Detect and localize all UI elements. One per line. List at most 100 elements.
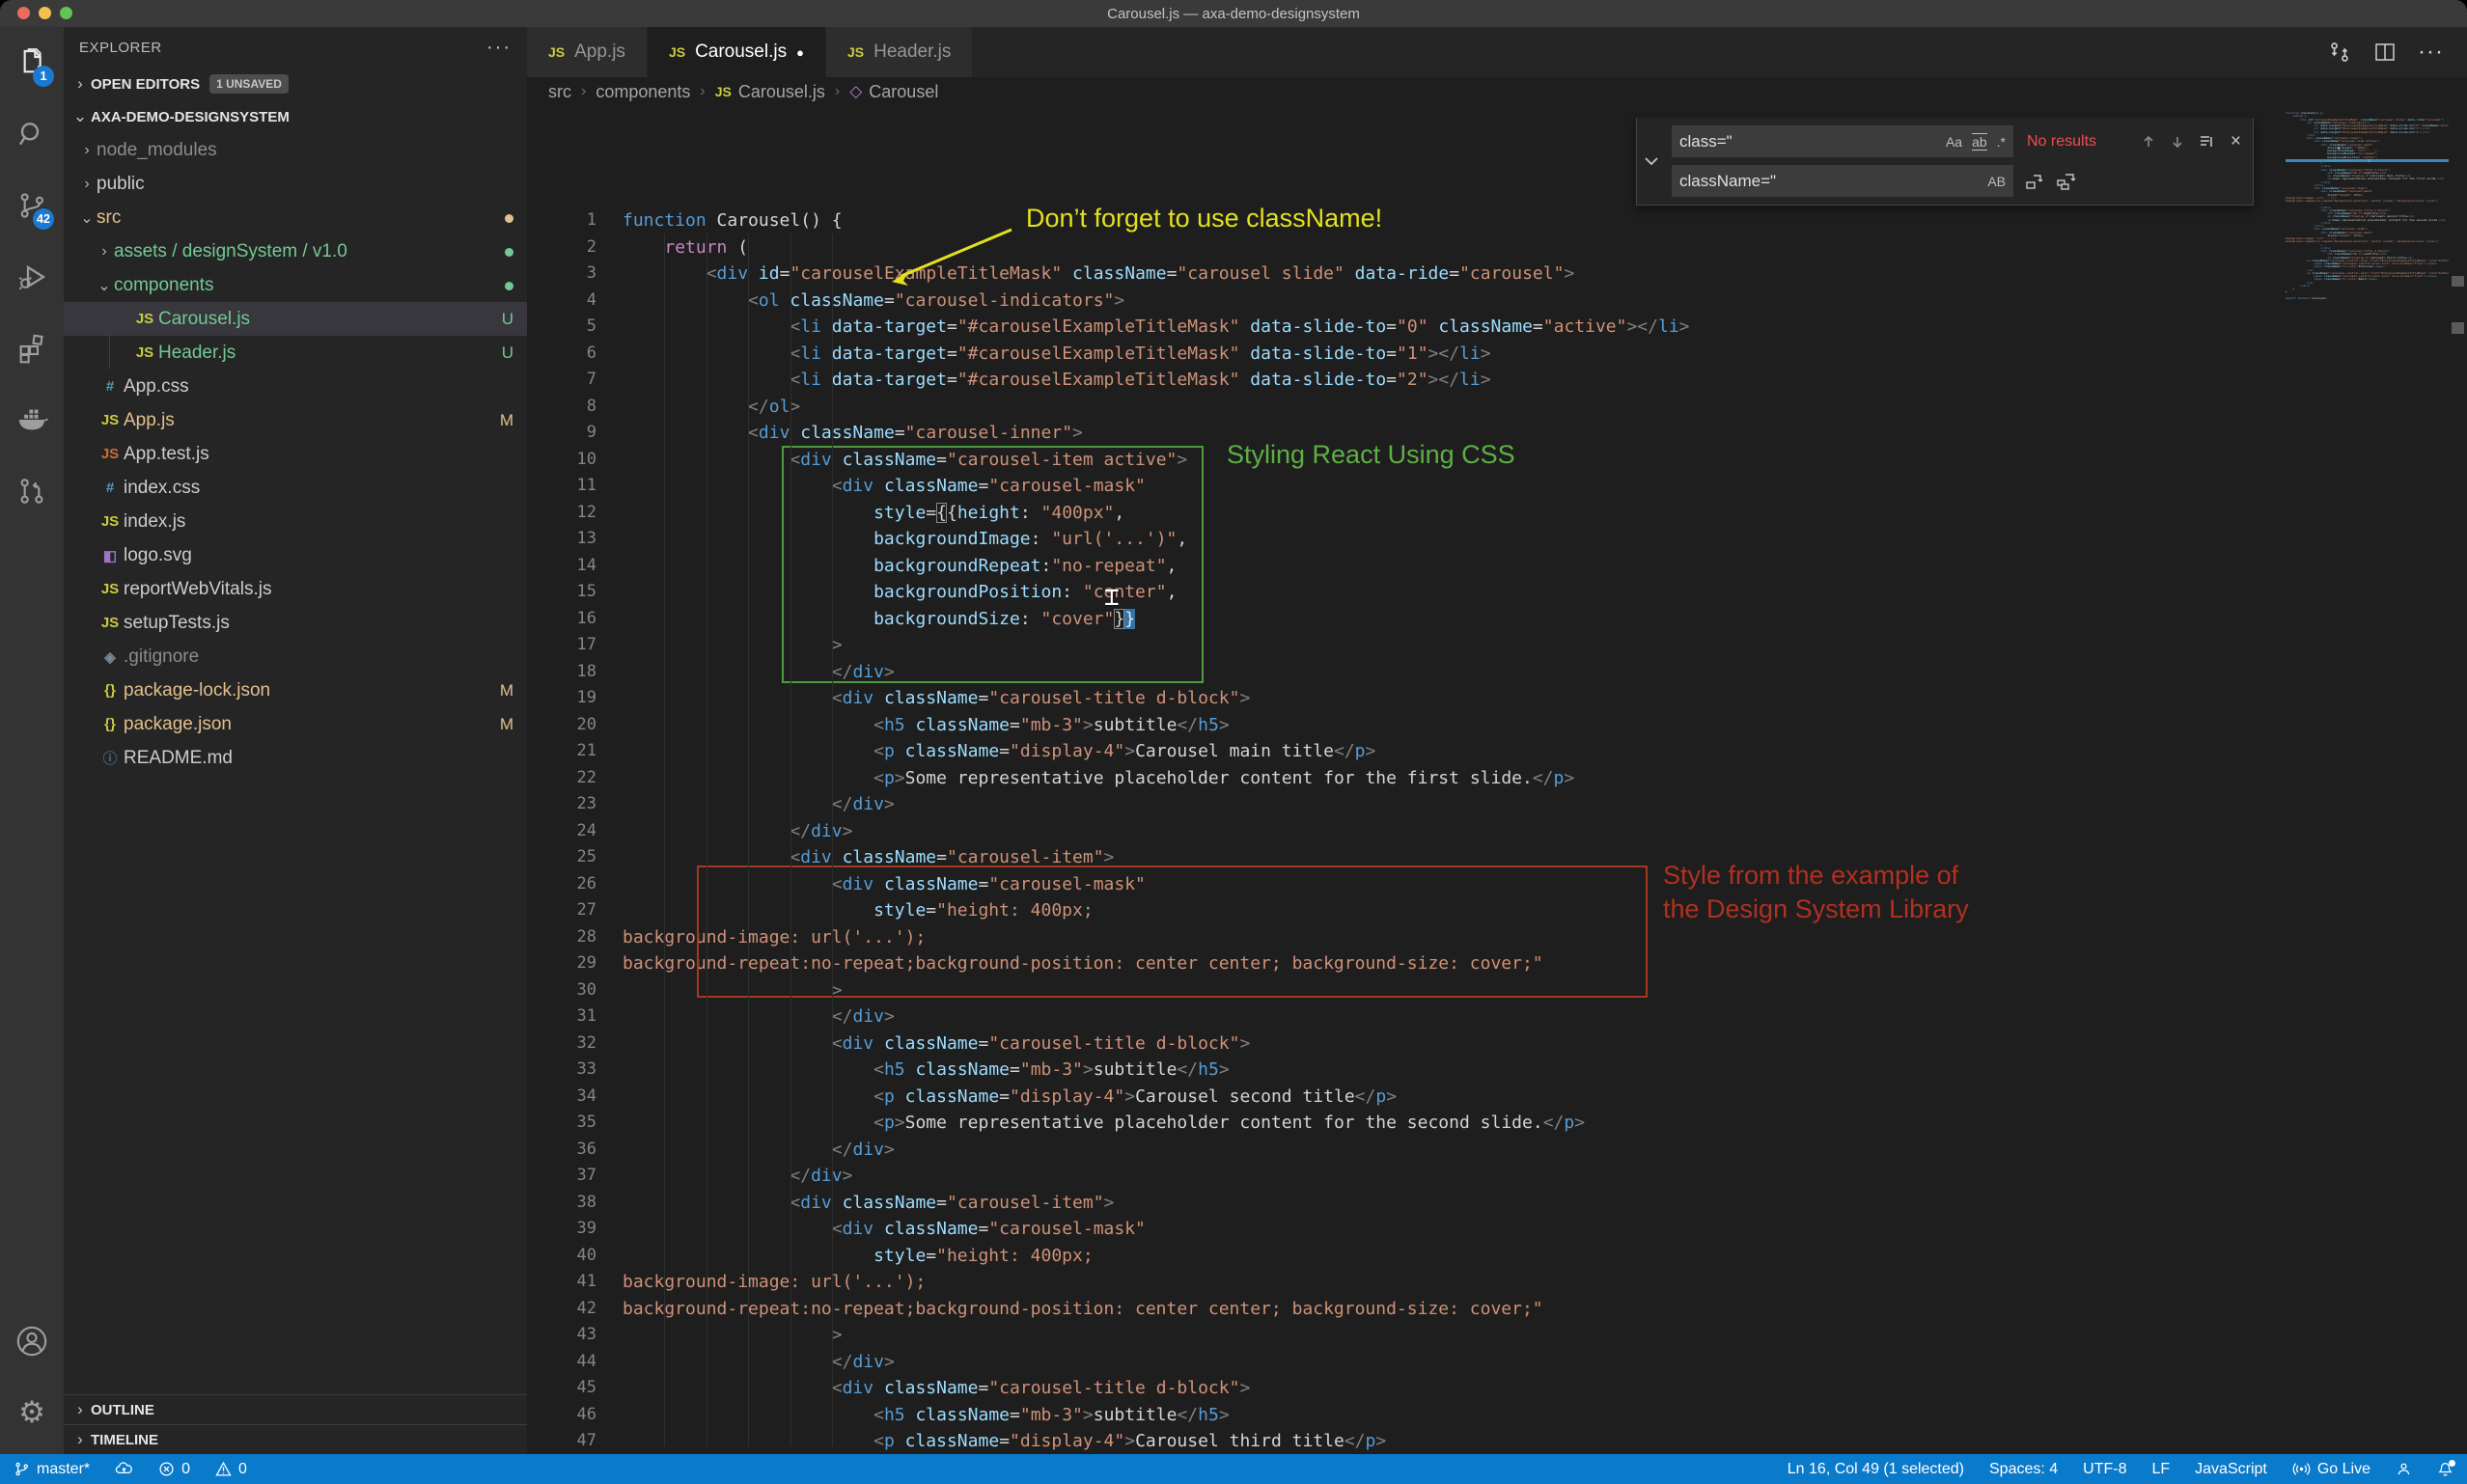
- statusbar-lf[interactable]: LF: [2151, 1461, 2170, 1478]
- find-input[interactable]: [1672, 132, 1946, 151]
- replace-input[interactable]: [1672, 172, 1987, 191]
- tree-item-app-js[interactable]: JSApp.jsM: [64, 403, 527, 437]
- replace-toggle-chevron-icon[interactable]: [1637, 118, 1666, 205]
- tree-item-package-lock-json[interactable]: {}package-lock.jsonM: [64, 673, 527, 707]
- close-window-button[interactable]: [17, 7, 30, 19]
- minimize-window-button[interactable]: [39, 7, 51, 19]
- activity-search-icon[interactable]: [0, 98, 64, 170]
- tree-item-setuptests-js[interactable]: JSsetupTests.js: [64, 606, 527, 640]
- tree-item-app-test-js[interactable]: JSApp.test.js: [64, 437, 527, 471]
- statusbar-broadcast[interactable]: Go Live: [2292, 1461, 2370, 1478]
- tree-item-index-js[interactable]: JSindex.js: [64, 505, 527, 538]
- file-name-label: App.css: [124, 376, 189, 398]
- statusbar-warning[interactable]: 0: [215, 1461, 247, 1478]
- activity-docker-icon[interactable]: [0, 384, 64, 455]
- code-line: 23 </div>: [527, 791, 2467, 818]
- tree-item-reportwebvitals-js[interactable]: JSreportWebVitals.js: [64, 572, 527, 606]
- activity-pull-request-icon[interactable]: [0, 455, 64, 527]
- statusbar-sync[interactable]: [115, 1461, 133, 1477]
- next-match-icon[interactable]: [2171, 135, 2184, 149]
- tree-item--gitignore[interactable]: ◈.gitignore: [64, 640, 527, 673]
- sidebar-panel-timeline[interactable]: ›TIMELINE: [64, 1424, 527, 1454]
- traffic-lights[interactable]: [17, 7, 72, 19]
- activity-settings-icon[interactable]: ⚙: [0, 1377, 64, 1448]
- statusbar-branch[interactable]: master*: [14, 1461, 90, 1478]
- breadcrumb-item-components[interactable]: components: [596, 82, 690, 102]
- code-line: 35 <p>Some representative placeholder co…: [527, 1110, 2467, 1137]
- tree-item-index-css[interactable]: #index.css: [64, 471, 527, 505]
- code-text: <h5 className="mb-3">subtitle</h5>: [623, 1402, 1230, 1429]
- line-number: 18: [527, 659, 596, 686]
- editor-scrollbar[interactable]: [2449, 106, 2467, 1454]
- js-file-icon: JS: [847, 44, 864, 60]
- statusbar-spaces-[interactable]: Spaces: 4: [1989, 1461, 2058, 1478]
- statusbar-utf-8[interactable]: UTF-8: [2083, 1461, 2126, 1478]
- find-in-selection-icon[interactable]: [2200, 135, 2215, 149]
- close-icon[interactable]: ×: [2231, 131, 2241, 152]
- activity-source-control-icon[interactable]: 42: [0, 170, 64, 241]
- sidebar-more-icon[interactable]: ···: [486, 37, 512, 59]
- tree-item-components[interactable]: ⌄components: [64, 268, 527, 302]
- tree-item-header-js[interactable]: JSHeader.jsU: [64, 336, 527, 370]
- tree-item-src[interactable]: ⌄src: [64, 201, 527, 234]
- statusbar-ln[interactable]: Ln 16, Col 49 (1 selected): [1788, 1461, 1964, 1478]
- code-line: 37 </div>: [527, 1163, 2467, 1190]
- tree-item-logo-svg[interactable]: ◧logo.svg: [64, 538, 527, 572]
- code-text: <p className="display-4">Carousel third …: [623, 1428, 1386, 1454]
- open-changes-icon[interactable]: [2327, 40, 2352, 65]
- line-number: 47: [527, 1428, 596, 1454]
- tree-item-assets-designsystem-v1-0[interactable]: ›assets / designSystem / v1.0: [64, 234, 527, 268]
- previous-match-icon[interactable]: [2142, 135, 2155, 149]
- tree-item-package-json[interactable]: {}package.jsonM: [64, 707, 527, 741]
- tree-item-carousel-js[interactable]: JSCarousel.jsU: [64, 302, 527, 336]
- activity-extensions-icon[interactable]: [0, 313, 64, 384]
- open-editors-section[interactable]: › OPEN EDITORS 1 UNSAVED: [64, 68, 527, 100]
- split-editor-icon[interactable]: [2373, 41, 2397, 64]
- activity-run-debug-icon[interactable]: [0, 241, 64, 313]
- activity-explorer-icon[interactable]: 1: [0, 27, 64, 98]
- line-number: 21: [527, 738, 596, 765]
- bell-icon: [2437, 1461, 2453, 1478]
- breadcrumb-label: Carousel: [869, 82, 938, 102]
- explorer-sidebar: EXPLORER ··· › OPEN EDITORS 1 UNSAVED ⌄ …: [64, 27, 527, 1454]
- line-number: 12: [527, 500, 596, 527]
- tab-app-js[interactable]: JSApp.js: [527, 27, 648, 77]
- code-editor[interactable]: 1function Carousel() {2 return (3 <div i…: [527, 106, 2467, 1454]
- statusbar-javascript[interactable]: JavaScript: [2195, 1461, 2267, 1478]
- replace-all-icon[interactable]: [2056, 173, 2077, 190]
- breadcrumb-item-src[interactable]: src: [548, 82, 571, 102]
- tree-item-public[interactable]: ›public: [64, 167, 527, 201]
- activity-account-icon[interactable]: [0, 1305, 64, 1377]
- breadcrumb[interactable]: src›components›JSCarousel.js›◇Carousel: [527, 77, 2467, 106]
- code-line: 36 </div>: [527, 1137, 2467, 1164]
- preserve-case-icon[interactable]: AB: [1987, 174, 2006, 189]
- code-text: background-image: url('...');: [623, 1269, 926, 1296]
- tree-item-readme-md[interactable]: ⓘREADME.md: [64, 741, 527, 775]
- activity-bar: 1 42 ⚙: [0, 27, 64, 1454]
- statusbar-person[interactable]: [2396, 1461, 2412, 1477]
- line-number: 14: [527, 553, 596, 580]
- line-number: 36: [527, 1137, 596, 1164]
- modified-dot-icon[interactable]: ●: [796, 45, 804, 60]
- whole-word-icon[interactable]: ab: [1972, 133, 1987, 151]
- statusbar-label: LF: [2151, 1461, 2170, 1478]
- tree-item-app-css[interactable]: #App.css: [64, 370, 527, 403]
- project-section[interactable]: ⌄ AXA-DEMO-DESIGNSYSTEM: [64, 100, 527, 133]
- more-actions-icon[interactable]: ···: [2418, 39, 2444, 66]
- tab-header-js[interactable]: JS Header.js: [826, 27, 973, 77]
- breadcrumb-item-carousel-js[interactable]: JSCarousel.js: [715, 82, 825, 102]
- regex-icon[interactable]: .*: [1997, 134, 2006, 150]
- tree-item-node-modules[interactable]: ›node_modules: [64, 133, 527, 167]
- tab-label: Header.js: [873, 41, 951, 63]
- breadcrumb-item-carousel[interactable]: ◇Carousel: [849, 82, 938, 102]
- zoom-window-button[interactable]: [60, 7, 72, 19]
- yellow-annotation-arrow: [874, 222, 1029, 289]
- match-case-icon[interactable]: Aa: [1946, 134, 1962, 150]
- statusbar-error[interactable]: 0: [158, 1461, 190, 1478]
- statusbar-bell[interactable]: [2437, 1461, 2453, 1478]
- tab-carousel-js[interactable]: JSCarousel.js●: [648, 27, 826, 77]
- code-line: 31 </div>: [527, 1003, 2467, 1031]
- replace-icon[interactable]: [2025, 173, 2044, 190]
- sidebar-panel-outline[interactable]: ›OUTLINE: [64, 1394, 527, 1424]
- minimap[interactable]: function Carousel() { return ( <div id="…: [2286, 112, 2449, 1454]
